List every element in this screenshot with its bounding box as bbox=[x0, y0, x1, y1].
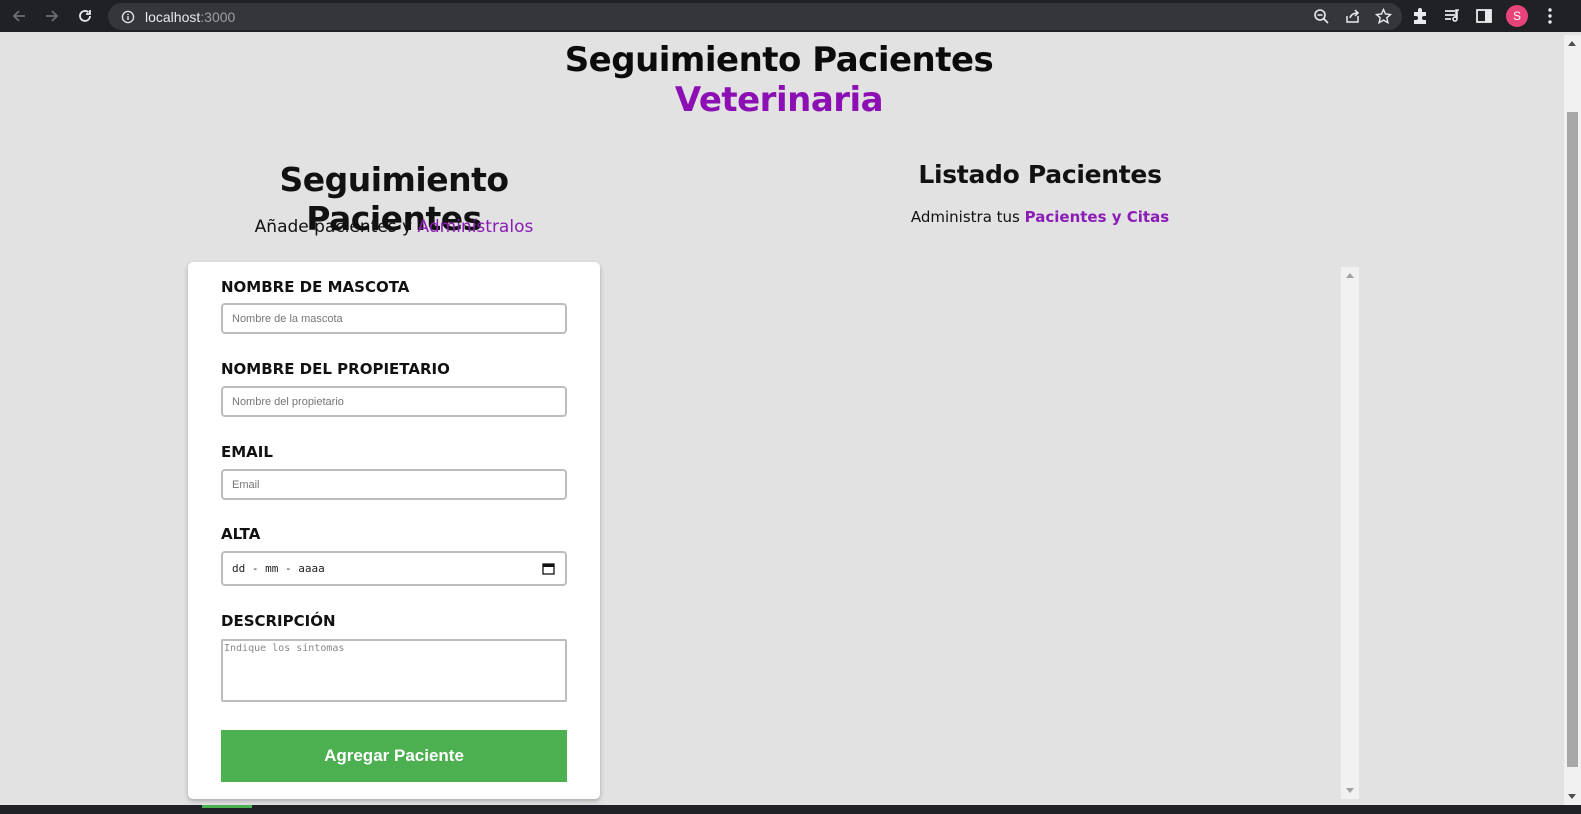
description-textarea[interactable]: Indique los síntomas bbox=[221, 639, 567, 702]
forward-icon bbox=[46, 10, 59, 22]
form-desc-prefix: Añade pacientes y bbox=[254, 217, 418, 237]
url-host: localhost bbox=[145, 8, 201, 25]
form-desc-highlight: Adminístralos bbox=[417, 217, 534, 237]
zoom-icon[interactable] bbox=[1313, 8, 1330, 25]
form-section-description: Añade pacientes y Adminístralos bbox=[188, 217, 600, 237]
address-bar[interactable]: localhost:3000 bbox=[108, 3, 1402, 30]
patient-form: NOMBRE DE MASCOTA Nombre de la mascota N… bbox=[188, 262, 600, 799]
email-label: EMAIL bbox=[221, 443, 273, 461]
list-desc-highlight: Pacientes y Citas bbox=[1024, 208, 1170, 226]
page-scroll-down-icon[interactable] bbox=[1568, 794, 1576, 799]
profile-avatar[interactable]: S bbox=[1506, 5, 1528, 27]
share-icon[interactable] bbox=[1344, 8, 1361, 25]
page-title: Seguimiento Pacientes bbox=[564, 40, 994, 80]
reload-icon bbox=[79, 10, 91, 22]
page-subtitle: Veterinaria bbox=[674, 80, 884, 120]
owner-name-label: NOMBRE DEL PROPIETARIO bbox=[221, 360, 450, 378]
url-port: :3000 bbox=[200, 8, 236, 25]
list-section-description: Administra tus Pacientes y Citas bbox=[780, 208, 1300, 226]
add-patient-button[interactable]: Agregar Paciente bbox=[221, 730, 567, 782]
taskbar-active-indicator bbox=[202, 805, 252, 808]
media-icon[interactable] bbox=[1442, 6, 1462, 26]
owner-name-input[interactable]: Nombre del propietario bbox=[221, 386, 567, 417]
menu-icon[interactable] bbox=[1540, 6, 1560, 26]
list-section-title: Listado Pacientes bbox=[918, 160, 1162, 189]
taskbar-strip bbox=[0, 805, 1581, 814]
page-scroll-up-icon[interactable] bbox=[1568, 41, 1576, 46]
email-input[interactable]: Email bbox=[221, 469, 567, 500]
forward-button[interactable] bbox=[38, 2, 66, 30]
back-icon bbox=[12, 10, 25, 22]
date-placeholder: dd - mm - aaaa bbox=[232, 562, 325, 575]
page-scrollbar[interactable] bbox=[1564, 35, 1581, 805]
scroll-up-icon[interactable] bbox=[1346, 273, 1354, 278]
sidepanel-icon[interactable] bbox=[1474, 6, 1494, 26]
calendar-icon[interactable] bbox=[542, 562, 555, 575]
description-label: DESCRIPCIÓN bbox=[221, 612, 336, 630]
info-icon[interactable] bbox=[120, 9, 135, 24]
scroll-down-icon[interactable] bbox=[1346, 788, 1354, 793]
discharge-date-label: ALTA bbox=[221, 525, 261, 543]
pet-name-label: NOMBRE DE MASCOTA bbox=[221, 278, 410, 296]
patient-list-scrollbar[interactable] bbox=[1341, 267, 1359, 799]
browser-toolbar: localhost:3000 S bbox=[0, 0, 1581, 32]
extensions-icon[interactable] bbox=[1410, 6, 1430, 26]
reload-button[interactable] bbox=[71, 2, 99, 30]
discharge-date-input[interactable]: dd - mm - aaaa bbox=[221, 551, 567, 586]
page-scrollbar-thumb[interactable] bbox=[1567, 112, 1578, 767]
back-button[interactable] bbox=[5, 2, 33, 30]
star-icon[interactable] bbox=[1375, 8, 1392, 25]
pet-name-input[interactable]: Nombre de la mascota bbox=[221, 303, 567, 334]
list-desc-prefix: Administra tus bbox=[910, 208, 1025, 226]
url-text: localhost:3000 bbox=[145, 9, 235, 25]
